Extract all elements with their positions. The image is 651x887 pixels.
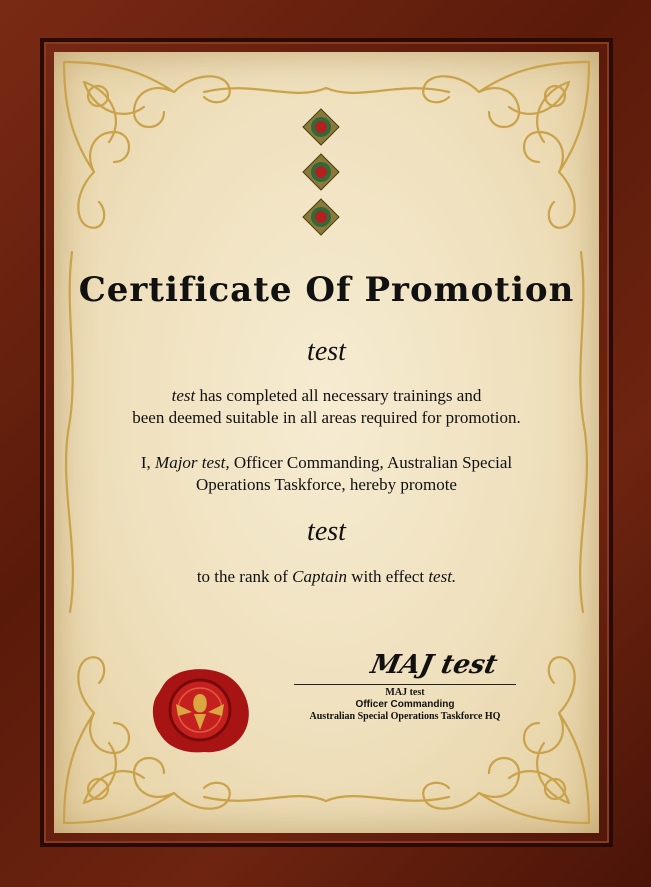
rank-statement: to the rank of Captain with effect test. (54, 566, 599, 588)
completion-line1: has completed all necessary trainings an… (195, 386, 482, 405)
rank-pip-icon (302, 198, 340, 236)
statement-line2: Operations Taskforce, hereby promote (196, 475, 457, 494)
recipient-name: test (307, 336, 346, 367)
signatory-name: MAJ test (385, 687, 425, 698)
statement-line1: Officer Commanding, Australian Special (229, 453, 513, 472)
rank-middle: with effect (346, 567, 429, 586)
signatory-unit: Australian Special Operations Taskforce … (309, 711, 501, 722)
promotion-statement: I, Major test, Officer Commanding, Austr… (54, 452, 599, 496)
signature-block: MAJ test Officer Commanding Australian S… (294, 687, 516, 723)
completion-statement: test has completed all necessary trainin… (54, 385, 599, 429)
rank-name: Captain (292, 567, 347, 586)
certificate-paper: Certificate Of Promotion test test has c… (54, 52, 599, 833)
rank-prefix: to the rank of (196, 567, 293, 586)
completion-name: test (171, 386, 196, 405)
effective-date: test. (428, 567, 457, 586)
signature-script: MAJ test (368, 650, 500, 680)
signatory-role: Officer Commanding (355, 699, 455, 710)
officer-name: Major test, (155, 453, 230, 472)
certificate-title: Certificate Of Promotion (78, 270, 575, 310)
rank-pip-icon (302, 153, 340, 191)
promoted-name: test (307, 516, 346, 547)
rank-pips-icon (302, 108, 340, 236)
wax-seal-icon (152, 669, 249, 753)
rank-pip-icon (302, 108, 340, 146)
completion-line2: been deemed suitable in all areas requir… (132, 408, 521, 427)
signature-line (294, 684, 516, 685)
statement-prefix: I, (140, 453, 156, 472)
